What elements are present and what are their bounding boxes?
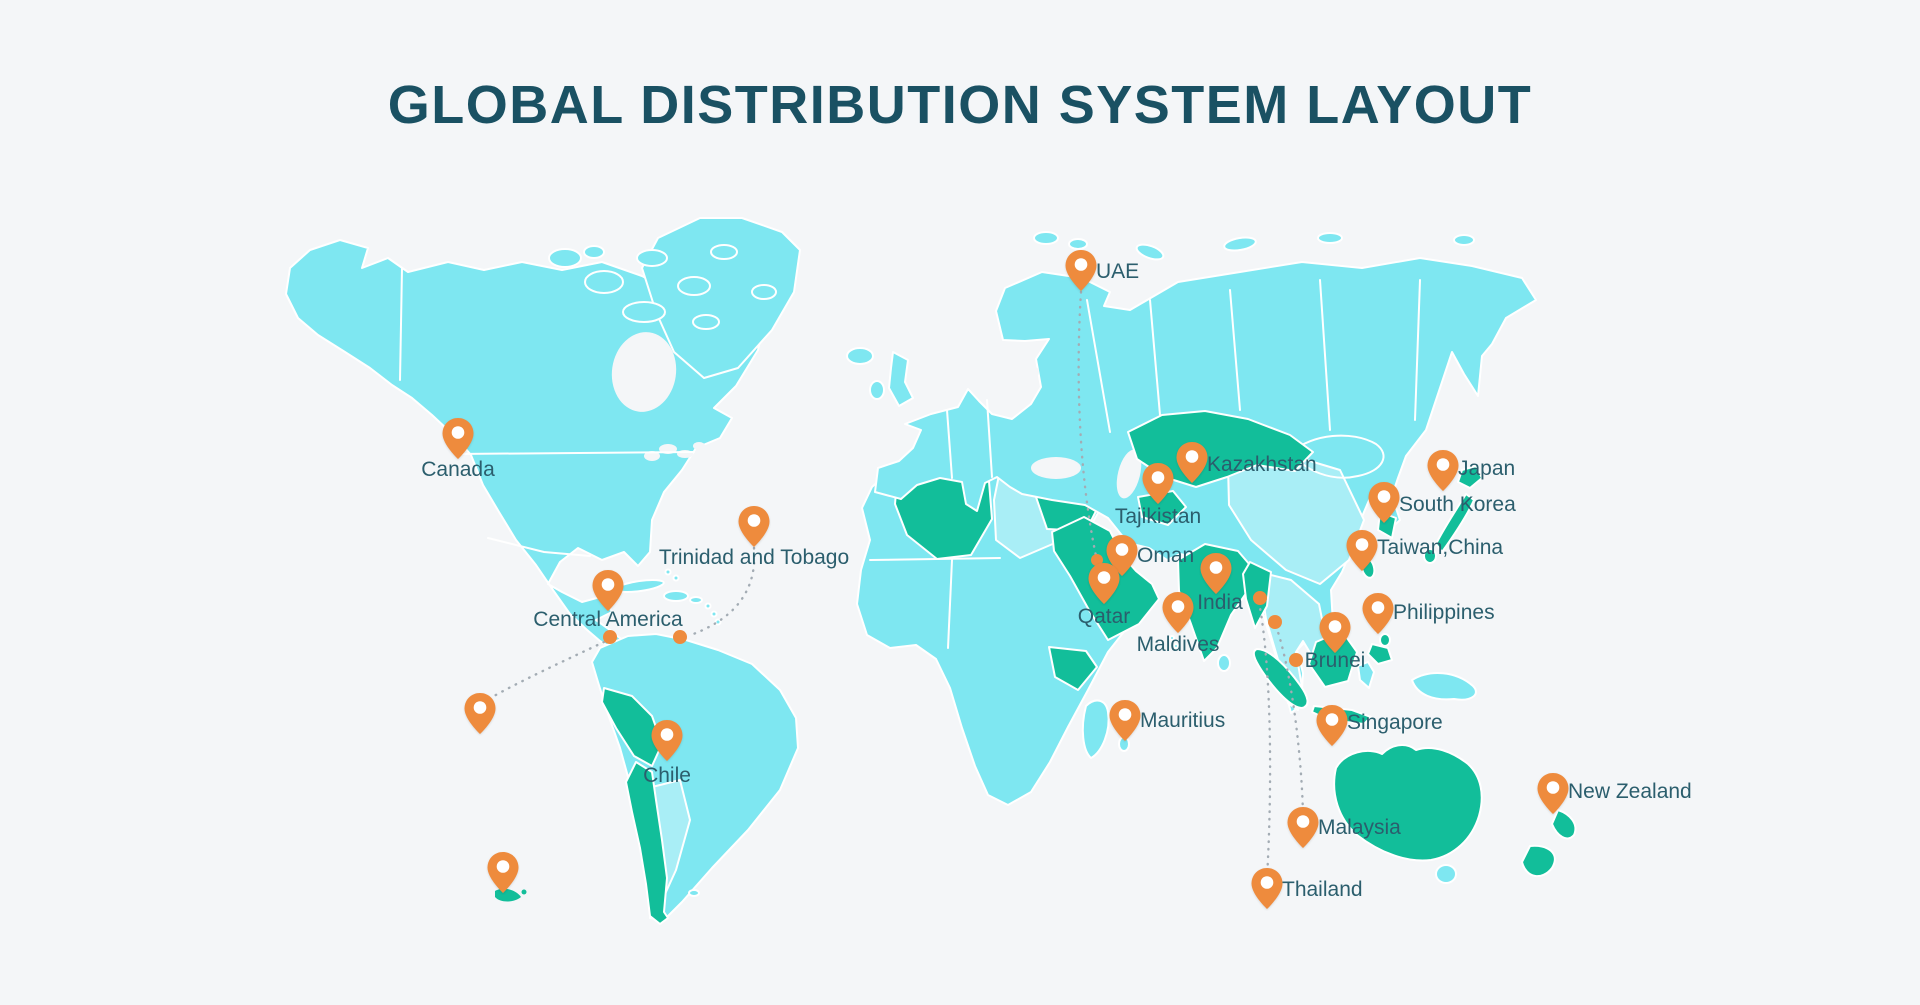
mauritius-pin[interactable] xyxy=(1107,698,1143,742)
continent-south-america xyxy=(592,634,798,924)
brunei-pin[interactable] xyxy=(1317,610,1353,654)
chile-pin[interactable] xyxy=(649,718,685,762)
philippines-mindanao xyxy=(1368,644,1392,664)
thailand-pin[interactable] xyxy=(1249,866,1285,910)
united-kingdom xyxy=(889,352,913,406)
marker-label: Kazakhstan xyxy=(1207,453,1317,477)
iceland xyxy=(847,348,873,364)
route-dot xyxy=(673,630,687,644)
maldives-pin[interactable] xyxy=(1160,590,1196,634)
marker-label: Singapore xyxy=(1347,711,1443,735)
india-pin[interactable] xyxy=(1198,551,1234,595)
canada-pin[interactable] xyxy=(440,416,476,460)
malaysia-pin[interactable] xyxy=(1285,805,1321,849)
tasmania xyxy=(1436,865,1456,883)
kazakhstan-pin[interactable] xyxy=(1174,440,1210,484)
uae-pin[interactable] xyxy=(1063,248,1099,292)
tajikistan-pin[interactable] xyxy=(1140,461,1176,505)
marker-label: Mauritius xyxy=(1140,709,1225,733)
marker-label: Malaysia xyxy=(1318,816,1401,840)
continent-north-america xyxy=(286,218,800,673)
marker-label: Philippines xyxy=(1393,601,1495,625)
new-guinea xyxy=(1412,673,1476,700)
taiwan-china-pin[interactable] xyxy=(1344,528,1380,572)
marker-label: Chile xyxy=(643,764,691,788)
marker-label: Thailand xyxy=(1282,878,1363,902)
marker-label: Canada xyxy=(421,458,495,482)
new-zealand-south xyxy=(1522,846,1555,876)
sri-lanka xyxy=(1218,655,1230,671)
route-dot xyxy=(1289,653,1303,667)
marker-label: India xyxy=(1197,591,1243,615)
south-korea-pin[interactable] xyxy=(1366,480,1402,524)
marker-label: Trinidad and Tobago xyxy=(659,546,849,570)
marker-label: Japan xyxy=(1458,457,1515,481)
marker-label: Tajikistan xyxy=(1115,505,1201,529)
marker-label: Taiwan,China xyxy=(1377,536,1503,560)
marker-label: Qatar xyxy=(1078,605,1131,629)
new-zealand-pin[interactable] xyxy=(1535,771,1571,815)
connector-thailand xyxy=(1259,602,1270,878)
marker-label: UAE xyxy=(1096,260,1139,284)
trinidad-and-tobago-pin[interactable] xyxy=(736,504,772,548)
world-map xyxy=(0,0,1920,1005)
marker-label: Central America xyxy=(533,608,682,632)
marker-label: South Korea xyxy=(1399,493,1516,517)
route-dot xyxy=(603,630,617,644)
infographic-canvas: GLOBAL DISTRIBUTION SYSTEM LAYOUT xyxy=(0,0,1920,1005)
black-sea xyxy=(1031,457,1081,479)
japan-pin[interactable] xyxy=(1425,448,1461,492)
panama-pin[interactable] xyxy=(462,691,498,735)
madagascar xyxy=(1083,700,1109,758)
french-polynesia-pin[interactable] xyxy=(485,850,521,894)
marker-label: Maldives xyxy=(1137,633,1220,657)
qatar-pin[interactable] xyxy=(1086,561,1122,605)
australia-highlight xyxy=(1334,745,1482,860)
marker-label: Brunei xyxy=(1305,649,1366,673)
route-dot xyxy=(1268,615,1282,629)
connector-central-america-panama xyxy=(487,642,604,700)
marker-label: Oman xyxy=(1137,544,1194,568)
route-dot xyxy=(1253,591,1267,605)
philippines-pin[interactable] xyxy=(1360,591,1396,635)
marker-label: New Zealand xyxy=(1568,780,1692,804)
central-america-pin[interactable] xyxy=(590,568,626,612)
singapore-pin[interactable] xyxy=(1314,703,1350,747)
